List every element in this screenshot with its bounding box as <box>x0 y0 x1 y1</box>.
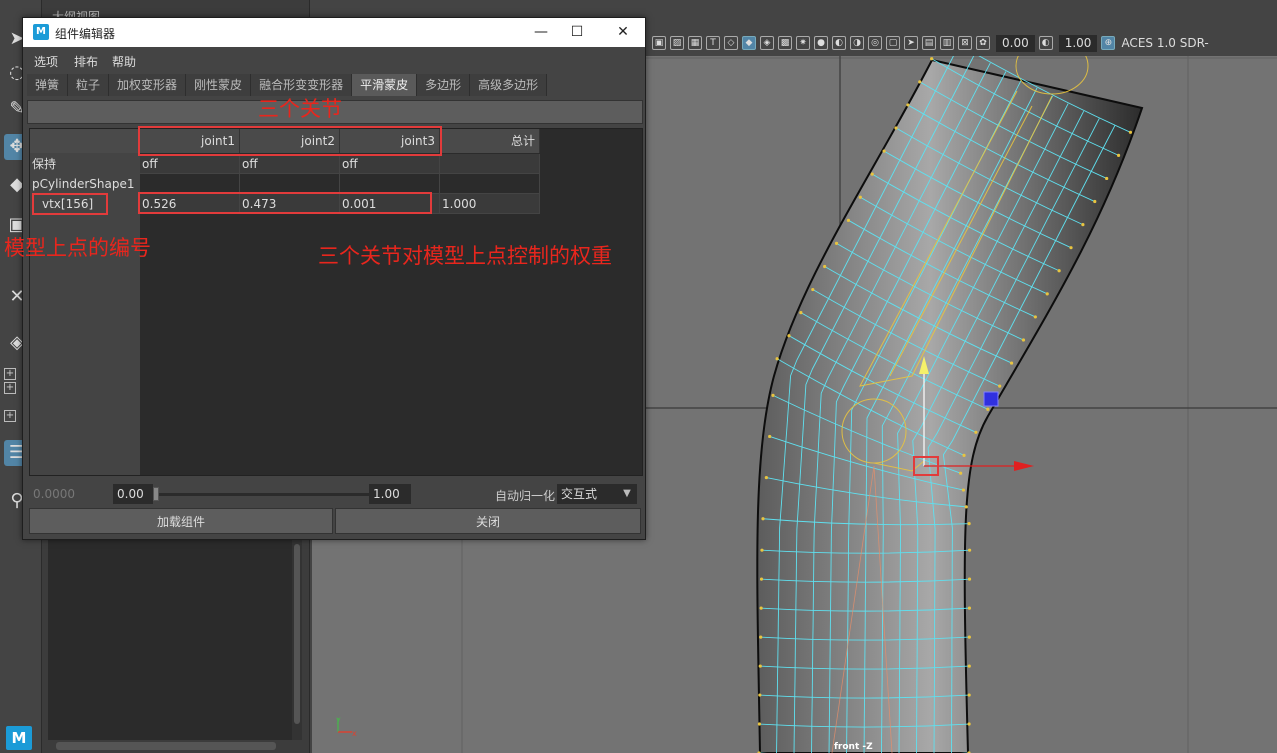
textured-icon[interactable]: ▩ <box>778 36 792 50</box>
outliner-scrollbar[interactable] <box>292 540 302 740</box>
svg-text:y: y <box>336 715 341 724</box>
camera-label: front -Z <box>834 742 873 752</box>
weight-slider-handle[interactable] <box>153 487 159 501</box>
annotation-vertex-id: 模型上点的编号 <box>4 236 151 260</box>
maya-app-icon: M <box>33 24 49 40</box>
row-label-vertex[interactable]: vtx[156] <box>42 194 93 214</box>
column-header-joint1[interactable]: joint1 <box>140 129 240 153</box>
normalize-mode-value: 交互式 <box>561 487 598 501</box>
color-management-icon[interactable]: ⊕ <box>1101 36 1116 50</box>
slider-max-field[interactable]: 1.00 <box>369 484 411 504</box>
svg-text:x: x <box>352 729 357 738</box>
menu-help[interactable]: 帮助 <box>112 53 136 70</box>
maya-screen: ➤ ◌ ✎ ✥ ◆ ▣ ✕ ◈ + + + ☰ ⚲ M 大纲视图 ▣ ▨ ▦ T… <box>0 0 1277 753</box>
isolate-select-icon[interactable]: ➤ <box>904 36 918 50</box>
layout-two-icon[interactable]: + <box>4 382 16 394</box>
image-plane-icon[interactable]: ▣ <box>652 36 666 50</box>
anti-alias-icon[interactable]: ◎ <box>868 36 882 50</box>
tab-advanced-polygons[interactable]: 高级多边形 <box>470 74 548 96</box>
film-gate-icon[interactable]: ▦ <box>688 36 702 50</box>
tab-polygons[interactable]: 多边形 <box>417 74 471 96</box>
ambient-occlusion-icon[interactable]: ◐ <box>832 36 846 50</box>
gamma-icon[interactable]: ◐ <box>1038 36 1053 50</box>
column-header-joint3[interactable]: joint3 <box>340 129 440 153</box>
cell-shape-joint2 <box>240 174 340 194</box>
minimize-button[interactable]: — <box>531 22 551 42</box>
current-value-field[interactable]: 0.0000 <box>29 484 99 504</box>
tab-particles[interactable]: 粒子 <box>68 74 110 96</box>
gamma-field[interactable]: 1.00 <box>1058 34 1098 52</box>
normalize-mode-dropdown[interactable]: 交互式 ▼ <box>557 484 637 504</box>
slider-min-field[interactable]: 0.00 <box>113 484 153 504</box>
depth-of-field-icon[interactable]: ▢ <box>886 36 900 50</box>
xray-joints-icon[interactable]: ▥ <box>940 36 954 50</box>
exposure-icon[interactable]: ✿ <box>976 36 990 50</box>
row-label-shape[interactable]: pCylinderShape1 <box>32 174 135 194</box>
title-bar[interactable]: M 组件编辑器 — ☐ ✕ <box>23 18 645 47</box>
xray-components-icon[interactable]: ⊠ <box>958 36 972 50</box>
view-transform-label[interactable]: ACES 1.0 SDR- <box>1121 36 1208 50</box>
cell-vertex-joint2[interactable]: 0.473 <box>240 194 340 214</box>
cell-hold-total[interactable] <box>440 154 540 174</box>
cell-vertex-joint1[interactable]: 0.526 <box>140 194 240 214</box>
xray-icon[interactable]: ▤ <box>922 36 936 50</box>
shadows-icon[interactable]: ● <box>814 36 828 50</box>
weights-spreadsheet[interactable]: joint1 joint2 joint3 总计 保持 off off off p… <box>29 128 643 476</box>
annotation-three-joints: 三个关节 <box>258 97 342 121</box>
wireframe-on-shaded-icon[interactable]: ◈ <box>760 36 774 50</box>
use-lights-icon[interactable]: ✷ <box>796 36 810 50</box>
exposure-field[interactable]: 0.00 <box>996 34 1035 52</box>
cell-vertex-total: 1.000 <box>440 194 540 214</box>
cell-hold-joint1[interactable]: off <box>140 154 240 174</box>
outliner-list[interactable] <box>48 540 294 740</box>
close-window-button[interactable]: ✕ <box>613 22 633 42</box>
outliner-horizontal-scrollbar[interactable] <box>56 742 276 750</box>
resolution-gate-icon[interactable]: ▨ <box>670 36 684 50</box>
layout-four-icon[interactable]: + <box>4 368 16 380</box>
cell-shape-joint3 <box>340 174 440 194</box>
close-button[interactable]: 关闭 <box>335 508 641 534</box>
motion-blur-icon[interactable]: ◑ <box>850 36 864 50</box>
chevron-down-icon: ▼ <box>623 488 631 499</box>
cell-hold-joint2[interactable]: off <box>240 154 340 174</box>
maya-logo-icon: M <box>6 726 32 750</box>
cell-shape-total <box>440 174 540 194</box>
smooth-shade-icon[interactable]: ◆ <box>742 36 756 50</box>
tab-smooth-skins[interactable]: 平滑蒙皮 <box>352 74 418 96</box>
cell-vertex-joint3[interactable]: 0.001 <box>340 194 440 214</box>
cell-shape-joint1 <box>140 174 240 194</box>
tab-springs[interactable]: 弹簧 <box>27 74 69 96</box>
window-title: 组件编辑器 <box>55 27 116 41</box>
menu-bar: 选项 排布 帮助 <box>23 48 645 72</box>
annotation-joint-weights: 三个关节对模型上点控制的权重 <box>318 244 612 268</box>
menu-options[interactable]: 选项 <box>34 53 58 70</box>
cell-hold-joint3[interactable]: off <box>340 154 440 174</box>
row-label-hold[interactable]: 保持 <box>32 154 56 174</box>
column-header-total[interactable]: 总计 <box>440 129 540 153</box>
load-components-button[interactable]: 加载组件 <box>29 508 333 534</box>
wireframe-icon[interactable]: ◇ <box>724 36 738 50</box>
tab-weighted-deformers[interactable]: 加权变形器 <box>109 74 187 96</box>
weight-controls: 0.0000 0.00 1.00 自动归一化 交互式 ▼ <box>27 484 643 504</box>
tab-rigid-skins[interactable]: 刚性蒙皮 <box>186 74 252 96</box>
layout-custom-icon[interactable]: + <box>4 410 16 422</box>
maximize-button[interactable]: ☐ <box>567 22 587 42</box>
menu-layout[interactable]: 排布 <box>74 53 98 70</box>
auto-normalize-label: 自动归一化 <box>495 489 556 503</box>
weight-slider-track[interactable] <box>155 493 369 496</box>
field-chart-icon[interactable]: T <box>706 36 720 50</box>
column-header-joint2[interactable]: joint2 <box>240 129 340 153</box>
